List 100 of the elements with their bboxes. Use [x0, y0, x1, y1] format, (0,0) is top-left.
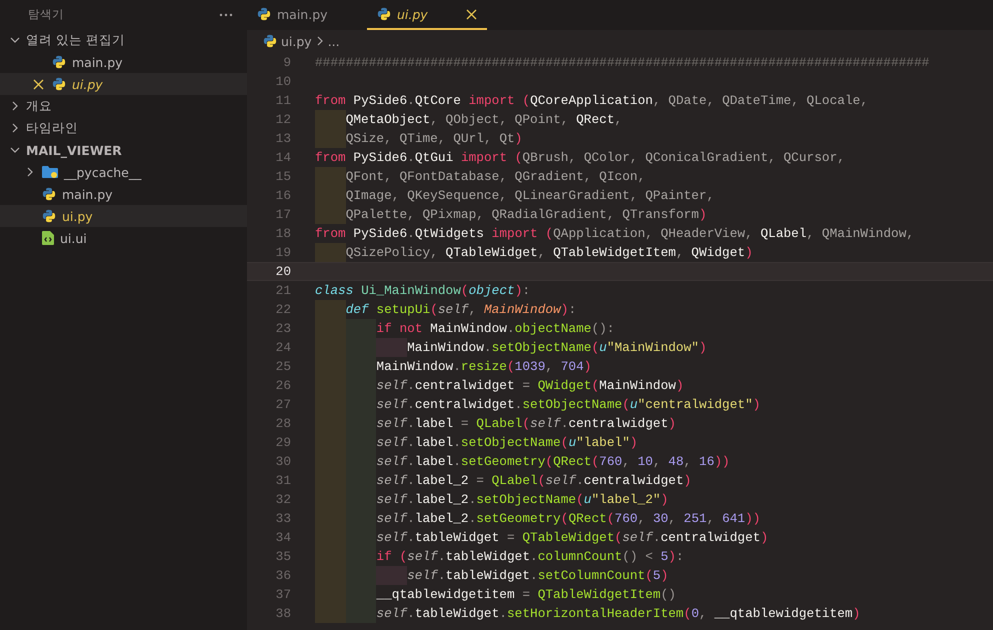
code-line: def setupUi(self, MainWindow): [346, 302, 576, 317]
line-number: 20 [274, 264, 291, 279]
chevron-down-icon[interactable] [10, 35, 20, 45]
code-line: QSizePolicy, QTableWidget, QTableWidgetItem, QWidget) [346, 245, 753, 260]
code-line: QPalette, QPixmap, QRadialGradient, QTransform) [346, 207, 707, 222]
sidebar-title: 탐색기 [28, 7, 64, 22]
line-number: 10 [274, 74, 291, 89]
line-number: 15 [274, 169, 291, 184]
section-label: MAIL_VIEWER [26, 142, 122, 158]
file-row[interactable]: ui.ui [0, 227, 247, 249]
code-line: from PySide6.QtCore import (QCoreApplication, QDate, QDateTime, QLocale, [315, 93, 868, 108]
line-number: 21 [274, 283, 291, 298]
python-file-icon [52, 55, 66, 69]
code-line: QFont, QFontDatabase, QGradient, QIcon, [346, 169, 646, 184]
file-row[interactable]: ui.py [0, 73, 247, 95]
line-number: 18 [274, 226, 291, 241]
chevron-right-icon[interactable] [10, 123, 20, 133]
section-label: 타임라인 [26, 120, 78, 136]
code-line: MainWindow.setObjectName(u"MainWindow") [407, 340, 707, 355]
section-header[interactable]: 열려 있는 편집기 [0, 29, 247, 51]
line-number: 23 [274, 321, 291, 336]
line-number: 17 [274, 207, 291, 222]
section-header[interactable]: 개요 [0, 95, 247, 117]
python-file-icon [257, 7, 271, 21]
line-number: 37 [274, 587, 291, 602]
code-line: MainWindow.resize(1039, 704) [376, 359, 592, 374]
python-file-icon [377, 7, 391, 21]
tab-label: main.py [277, 6, 329, 22]
code-line: self.label.setObjectName(u"label") [376, 435, 638, 450]
code-line: self.label = QLabel(self.centralwidget) [376, 416, 676, 431]
chevron-down-icon[interactable] [10, 145, 20, 155]
line-number: 29 [274, 435, 291, 450]
line-number: 34 [274, 530, 291, 545]
line-number: 24 [274, 340, 291, 355]
section-label: 개요 [26, 98, 52, 114]
code-line: self.centralwidget.setObjectName(u"centralwidget") [376, 397, 760, 412]
code-line: self.tableWidget.setColumnCount(5) [407, 568, 668, 583]
line-number: 38 [274, 606, 291, 621]
line-number: 30 [274, 454, 291, 469]
line-number: 14 [274, 150, 291, 165]
line-number: 13 [274, 131, 291, 146]
folder-icon [42, 165, 58, 179]
file-name: main.py [72, 54, 123, 70]
python-file-icon [52, 77, 66, 91]
code-line: from PySide6.QtGui import (QBrush, QColor, QConicalGradient, QCursor, [315, 150, 845, 165]
code-line: self.tableWidget.setHorizontalHeaderItem(0, __qtablewidgetitem) [376, 606, 860, 621]
code-line: ################################################################################ [315, 55, 930, 70]
chevron-right-icon [316, 36, 324, 46]
line-number: 28 [274, 416, 291, 431]
line-number: 19 [274, 245, 291, 260]
file-row[interactable]: ui.py [0, 205, 247, 227]
more-icon[interactable] [219, 12, 233, 16]
line-number: 11 [274, 93, 291, 108]
file-name: ui.py [62, 208, 93, 224]
code-line: self.label_2.setGeometry(QRect(760, 30, 251, 641)) [376, 511, 760, 526]
code-line: QSize, QTime, QUrl, Qt) [346, 131, 522, 146]
code-line: self.centralwidget = QWidget(MainWindow) [376, 378, 684, 393]
python-file-icon [42, 187, 56, 201]
file-row[interactable]: main.py [0, 51, 247, 73]
line-number: 22 [274, 302, 291, 317]
line-number: 12 [274, 112, 291, 127]
file-row[interactable]: main.py [0, 183, 247, 205]
close-icon[interactable] [32, 78, 44, 90]
code-line: self.label_2 = QLabel(self.centralwidget) [376, 473, 692, 488]
line-number: 35 [274, 549, 291, 564]
code-line: if not MainWindow.objectName(): [376, 321, 614, 336]
chevron-right-icon[interactable] [25, 167, 35, 177]
line-number: 27 [274, 397, 291, 412]
breadcrumb-item[interactable]: ... [328, 34, 340, 48]
file-name: ui.py [72, 76, 103, 92]
code-line: from PySide6.QtWidgets import (QApplication, QHeaderView, QLabel, QMainWindow, [315, 226, 914, 241]
code-line: self.label_2.setObjectName(u"label_2") [376, 492, 668, 507]
line-number: 26 [274, 378, 291, 393]
line-number: 33 [274, 511, 291, 526]
line-number: 16 [274, 188, 291, 203]
file-name: __pycache__ [64, 164, 142, 180]
section-header[interactable]: 타임라인 [0, 117, 247, 139]
section-header[interactable]: MAIL_VIEWER [0, 139, 247, 161]
line-number: 31 [274, 473, 291, 488]
python-file-icon [263, 34, 277, 48]
close-icon[interactable] [466, 8, 477, 20]
code-line: self.tableWidget = QTableWidget(self.centralwidget) [376, 530, 768, 545]
file-name: main.py [62, 186, 113, 202]
code-line: QMetaObject, QObject, QPoint, QRect, [346, 112, 622, 127]
code-line: if (self.tableWidget.columnCount() < 5): [376, 549, 684, 564]
line-number: 25 [274, 359, 291, 374]
section-label: 열려 있는 편집기 [26, 32, 125, 48]
line-number: 9 [282, 55, 291, 70]
code-file-icon [42, 231, 54, 245]
chevron-right-icon[interactable] [10, 101, 20, 111]
breadcrumb-item[interactable]: ui.py [281, 34, 312, 48]
code-line: class Ui_MainWindow(object): [315, 283, 530, 298]
line-number: 36 [274, 568, 291, 583]
line-number: 32 [274, 492, 291, 507]
tab-label: ui.py [397, 6, 429, 22]
python-file-icon [42, 209, 56, 223]
file-name: ui.ui [60, 230, 87, 246]
code-line: self.label.setGeometry(QRect(760, 10, 48, 16)) [376, 454, 730, 469]
code-line: __qtablewidgetitem = QTableWidgetItem() [376, 587, 676, 602]
file-row[interactable]: __pycache__ [0, 161, 247, 183]
